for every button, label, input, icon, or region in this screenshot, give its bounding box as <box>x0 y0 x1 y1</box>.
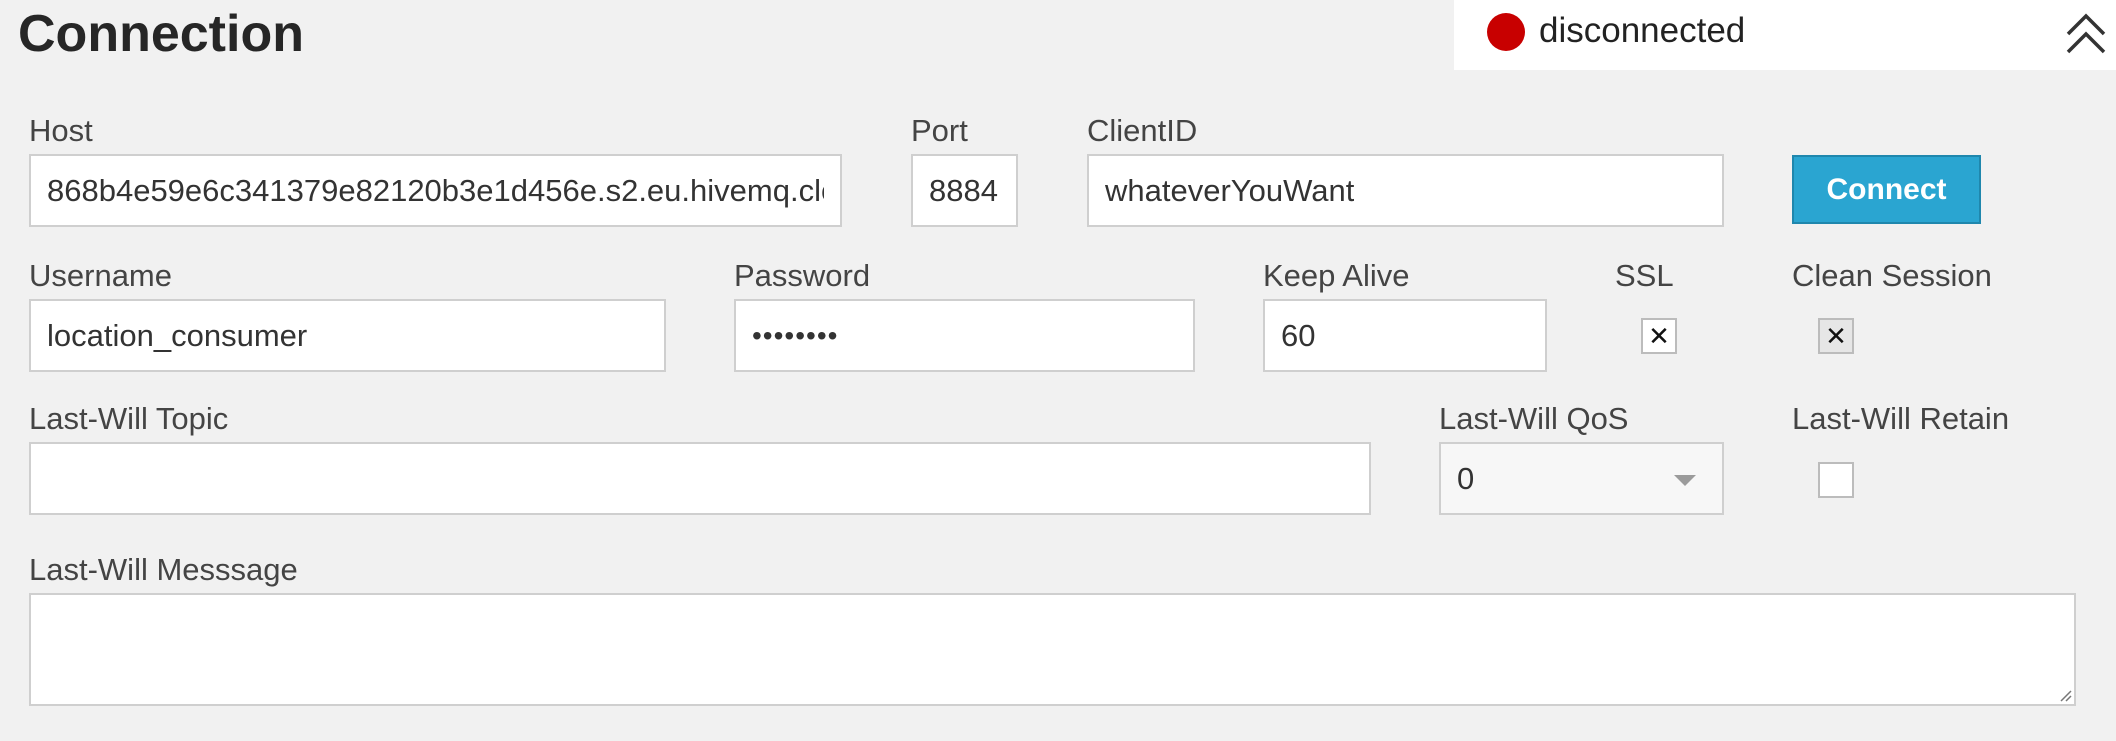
last-will-qos-label: Last-Will QoS <box>1439 401 1629 436</box>
password-value: •••••••• <box>752 319 839 351</box>
host-label: Host <box>29 113 93 148</box>
resize-grip-icon[interactable] <box>2058 688 2072 702</box>
status-text: disconnected <box>1539 11 1746 50</box>
last-will-retain-checkbox[interactable] <box>1818 462 1854 498</box>
ssl-checkbox[interactable]: ✕ <box>1641 318 1677 354</box>
connect-button[interactable]: Connect <box>1792 155 1981 224</box>
host-input[interactable]: 868b4e59e6c341379e82120b3e1d456e.s2.eu.h… <box>29 154 842 227</box>
double-chevron-up-icon[interactable] <box>2064 8 2108 58</box>
keep-alive-input[interactable]: 60 <box>1263 299 1547 372</box>
port-input[interactable]: 8884 <box>911 154 1018 227</box>
username-input[interactable]: location_consumer <box>29 299 666 372</box>
last-will-qos-select[interactable]: 0 <box>1439 442 1724 515</box>
last-will-topic-input[interactable] <box>29 442 1371 515</box>
section-title: Connection <box>18 5 304 63</box>
keep-alive-value: 60 <box>1281 317 1316 353</box>
status-dot-icon <box>1487 13 1525 51</box>
last-will-retain-label: Last-Will Retain <box>1792 401 2010 436</box>
last-will-qos-value: 0 <box>1457 460 1475 496</box>
clean-session-checkbox[interactable]: ✕ <box>1818 318 1854 354</box>
password-input[interactable]: •••••••• <box>734 299 1195 372</box>
client-id-value: whateverYouWant <box>1105 172 1355 208</box>
keep-alive-label: Keep Alive <box>1263 258 1410 293</box>
username-value: location_consumer <box>47 317 308 353</box>
username-label: Username <box>29 258 172 293</box>
last-will-message-label: Last-Will Messsage <box>29 552 298 587</box>
host-value: 868b4e59e6c341379e82120b3e1d456e.s2.eu.h… <box>47 172 824 208</box>
clean-session-label: Clean Session <box>1792 258 1992 293</box>
port-label: Port <box>911 113 968 148</box>
client-id-label: ClientID <box>1087 113 1198 148</box>
connection-status-panel: disconnected <box>1454 0 2116 70</box>
ssl-label: SSL <box>1615 258 1674 293</box>
last-will-topic-label: Last-Will Topic <box>29 401 229 436</box>
last-will-message-textarea[interactable] <box>29 593 2076 706</box>
password-label: Password <box>734 258 871 293</box>
port-value: 8884 <box>929 172 998 208</box>
client-id-input[interactable]: whateverYouWant <box>1087 154 1724 227</box>
dropdown-arrow-icon <box>1674 475 1696 486</box>
